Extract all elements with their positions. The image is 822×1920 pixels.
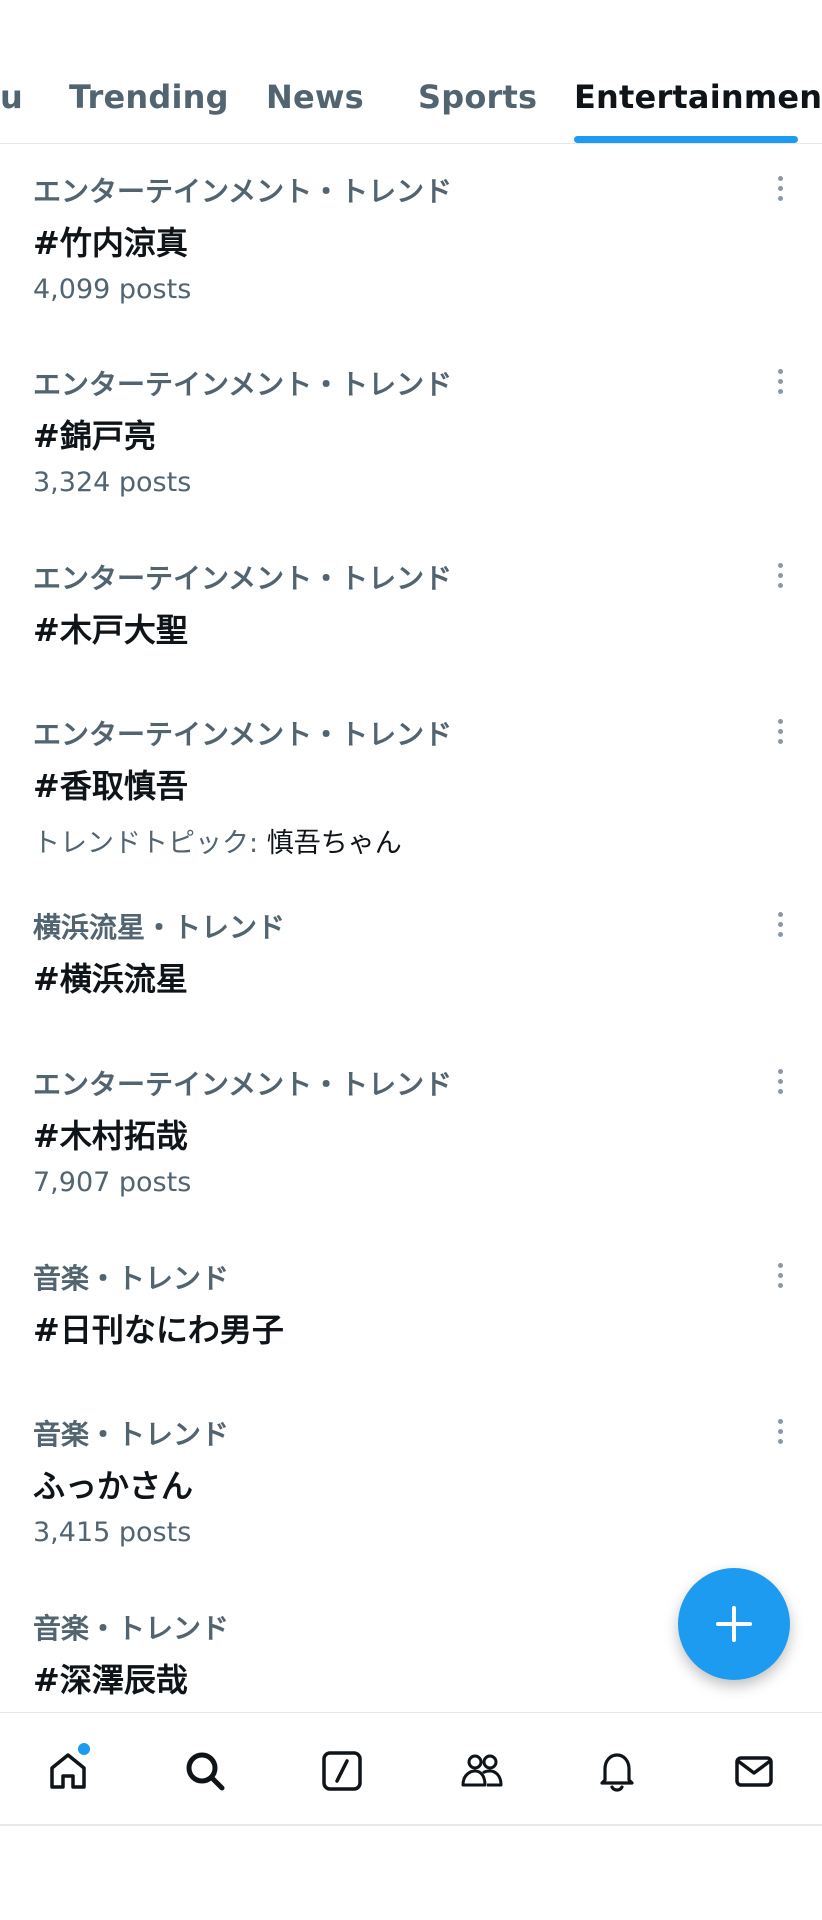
trend-category: 音楽・トレンド bbox=[33, 1612, 230, 1645]
plus-icon bbox=[716, 1606, 752, 1642]
trend-category: 音楽・トレンド bbox=[33, 1262, 230, 1295]
trend-title: #木村拓哉 bbox=[33, 1117, 188, 1155]
trend-title: #錦戸亮 bbox=[33, 417, 156, 455]
trend-category: エンターテインメント・トレンド bbox=[33, 175, 453, 208]
tab-sports[interactable]: Sports bbox=[418, 78, 537, 116]
nav-search[interactable] bbox=[175, 1741, 235, 1801]
communities-icon bbox=[461, 1754, 503, 1787]
trend-topic-label: トレンドトピック: bbox=[33, 828, 259, 859]
more-options-icon[interactable] bbox=[770, 559, 790, 593]
trend-category: エンターテインメント・トレンド bbox=[33, 718, 453, 751]
nav-home[interactable] bbox=[38, 1741, 98, 1801]
trend-post-count: 3,415 posts bbox=[33, 1517, 192, 1548]
more-options-icon[interactable] bbox=[770, 715, 790, 749]
trend-title: #深澤辰哉 bbox=[33, 1661, 188, 1699]
trend-title: #横浜流星 bbox=[33, 960, 188, 998]
more-options-icon[interactable] bbox=[770, 1415, 790, 1449]
mail-icon bbox=[735, 1756, 773, 1787]
trend-post-count: 7,907 posts bbox=[33, 1167, 192, 1198]
nav-messages[interactable] bbox=[724, 1741, 784, 1801]
tab-news[interactable]: News bbox=[266, 78, 364, 116]
bottom-navigation bbox=[0, 1712, 822, 1826]
trend-title: ふっかさん bbox=[33, 1467, 194, 1505]
trend-title: #香取慎吾 bbox=[33, 767, 188, 805]
trend-title: #日刊なにわ男子 bbox=[33, 1311, 284, 1349]
trend-category: エンターテインメント・トレンド bbox=[33, 562, 453, 595]
nav-notifications[interactable] bbox=[587, 1741, 647, 1801]
trend-category: エンターテインメント・トレンド bbox=[33, 1068, 453, 1101]
more-options-icon[interactable] bbox=[770, 1065, 790, 1099]
trend-post-count: 4,099 posts bbox=[33, 274, 192, 305]
explore-tabs: u Trending News Sports Entertainment bbox=[0, 0, 822, 144]
trend-category: 横浜流星・トレンド bbox=[33, 911, 286, 944]
trend-category: 音楽・トレンド bbox=[33, 1418, 230, 1451]
tab-for-you[interactable]: u bbox=[0, 78, 23, 116]
tab-trending[interactable]: Trending bbox=[69, 78, 229, 116]
more-options-icon[interactable] bbox=[770, 172, 790, 206]
bell-icon bbox=[600, 1753, 634, 1792]
tab-entertainment[interactable]: Entertainment bbox=[574, 78, 822, 116]
nav-grok[interactable] bbox=[312, 1741, 372, 1801]
trend-topic-name: 慎吾ちゃん bbox=[266, 828, 402, 859]
trend-topic: トレンドトピック: 慎吾ちゃん bbox=[33, 821, 402, 860]
trend-title: #竹内涼真 bbox=[33, 224, 188, 262]
more-options-icon[interactable] bbox=[770, 908, 790, 942]
trend-title: #木戸大聖 bbox=[33, 611, 188, 649]
compose-post-button[interactable] bbox=[678, 1568, 790, 1680]
nav-communities[interactable] bbox=[450, 1741, 510, 1801]
more-options-icon[interactable] bbox=[770, 365, 790, 399]
more-options-icon[interactable] bbox=[770, 1259, 790, 1293]
grok-icon bbox=[322, 1751, 362, 1791]
search-icon bbox=[186, 1752, 225, 1791]
active-tab-indicator bbox=[574, 136, 798, 143]
trend-category: エンターテインメント・トレンド bbox=[33, 368, 453, 401]
trend-post-count: 3,324 posts bbox=[33, 467, 192, 498]
notification-dot bbox=[76, 1741, 92, 1757]
